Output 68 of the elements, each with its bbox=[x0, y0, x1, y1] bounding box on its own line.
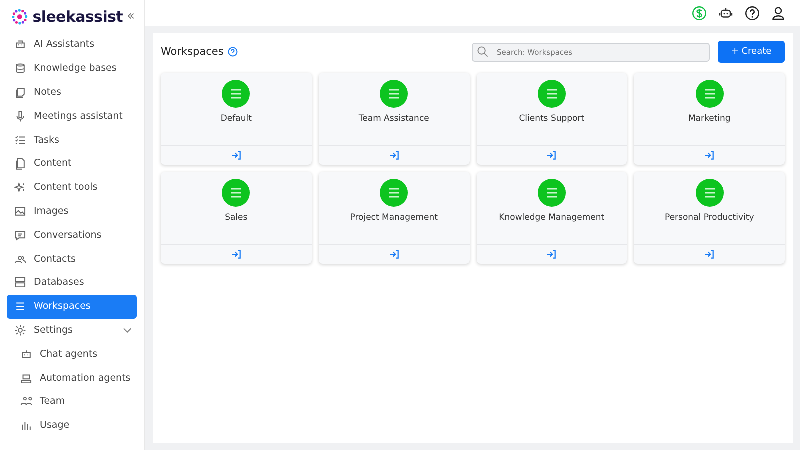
sidebar-item[interactable]: Content bbox=[7, 152, 137, 176]
menu-icon bbox=[380, 179, 408, 207]
workspace-card[interactable]: Sales bbox=[161, 172, 312, 264]
collapse-button[interactable]: « bbox=[127, 9, 137, 24]
workspace-card[interactable]: Personal Productivity bbox=[634, 172, 785, 264]
enter-icon[interactable] bbox=[230, 249, 242, 260]
enter-icon[interactable] bbox=[388, 249, 400, 260]
workspace-card[interactable]: Team Assistance bbox=[318, 73, 470, 165]
server-icon bbox=[14, 276, 27, 290]
sidebar-item[interactable]: Conversations bbox=[7, 223, 137, 248]
sidebar-item[interactable]: Contacts bbox=[7, 247, 137, 271]
menu-icon bbox=[380, 80, 408, 108]
workspace-name: Marketing bbox=[688, 114, 731, 124]
sidebar-item[interactable]: AI Assistants bbox=[7, 33, 137, 57]
sidebar-item[interactable]: Team bbox=[7, 390, 137, 414]
sidebar-item[interactable]: Notes bbox=[7, 80, 137, 104]
page-title: Workspaces bbox=[161, 46, 224, 58]
menu-icon bbox=[538, 179, 566, 207]
workspace-name: Project Management bbox=[350, 213, 438, 223]
menu-icon bbox=[222, 179, 250, 207]
sidebar-item[interactable]: Settings bbox=[7, 318, 137, 342]
menu-icon bbox=[696, 80, 724, 108]
search-icon bbox=[477, 46, 489, 58]
sidebar-item[interactable]: Tasks bbox=[7, 128, 137, 152]
workspace-name: Knowledge Management bbox=[499, 213, 605, 223]
database-icon bbox=[14, 62, 27, 76]
sidebar-item[interactable]: Workspaces bbox=[7, 294, 137, 319]
notes-icon bbox=[14, 86, 27, 99]
workspace-name: Default bbox=[220, 114, 252, 124]
workspace-card[interactable]: Clients Support bbox=[476, 73, 628, 165]
people-icon bbox=[20, 395, 33, 408]
workspace-card[interactable]: Project Management bbox=[318, 172, 470, 264]
enter-icon[interactable] bbox=[230, 150, 242, 161]
menu-icon bbox=[696, 179, 724, 207]
help-icon[interactable] bbox=[745, 6, 760, 20]
user-icon[interactable] bbox=[771, 6, 786, 20]
enter-icon[interactable] bbox=[388, 150, 400, 161]
image-icon bbox=[14, 204, 27, 218]
sparkle-icon bbox=[14, 181, 27, 194]
settings-icon bbox=[14, 324, 27, 337]
workspace-name: Sales bbox=[225, 213, 248, 223]
workspace-card[interactable]: Marketing bbox=[634, 73, 785, 165]
sidebar-item[interactable]: Automation agents bbox=[7, 366, 137, 390]
workspace-card[interactable]: Knowledge Management bbox=[476, 172, 628, 264]
document-icon bbox=[14, 157, 27, 170]
sidebar-item[interactable]: Chat agents bbox=[7, 342, 137, 366]
enter-icon[interactable] bbox=[704, 150, 716, 161]
workspace-name: Clients Support bbox=[519, 114, 585, 124]
menu-icon bbox=[222, 80, 250, 108]
workspace-name: Team Assistance bbox=[358, 114, 430, 124]
sidebar-item[interactable]: Knowledge bases bbox=[7, 56, 137, 81]
enter-icon[interactable] bbox=[704, 249, 716, 260]
sidebar-item[interactable]: Meetings assistant bbox=[7, 104, 137, 128]
brand-name: sleekassist bbox=[32, 8, 124, 26]
dollar-icon[interactable] bbox=[692, 6, 707, 20]
workspace-name: Personal Productivity bbox=[665, 213, 754, 223]
microphone-icon bbox=[14, 110, 27, 123]
sidebar-item[interactable]: Databases bbox=[7, 270, 137, 295]
menu-icon bbox=[538, 80, 566, 108]
enter-icon[interactable] bbox=[546, 249, 558, 260]
sidebar-item[interactable]: Usage bbox=[7, 414, 137, 438]
enter-icon[interactable] bbox=[546, 150, 558, 161]
workspace-card[interactable]: Default bbox=[161, 73, 312, 165]
sidebar-item[interactable]: Content tools bbox=[7, 176, 137, 200]
chat-icon bbox=[14, 228, 27, 242]
sidebar-item[interactable]: Images bbox=[7, 200, 137, 224]
checklist-icon bbox=[14, 134, 27, 147]
create-button[interactable]: + Create bbox=[718, 41, 785, 63]
